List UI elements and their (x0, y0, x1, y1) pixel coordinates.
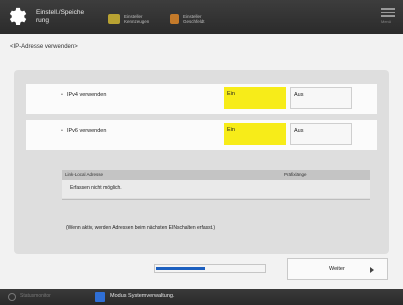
progress-bar (154, 264, 266, 273)
header-title: Einstell./Speiche rung (36, 9, 85, 24)
menu-icon-bar (381, 11, 395, 13)
table-row: Erfassen nicht möglich. (62, 180, 370, 198)
ipv6-on-button[interactable]: Ein (224, 123, 286, 145)
menu-button[interactable]: Menü (381, 8, 395, 28)
status-bar: Statusmonitor Modus Systemverwaltung. (0, 289, 403, 305)
column-prefix-length: Präfixlänge (284, 172, 307, 177)
status-monitor-icon[interactable] (8, 293, 16, 301)
status-button-label: Einsteller Geschfeldt (183, 13, 205, 25)
top-bar: Einstell./Speiche rung Einsteller Kennze… (0, 0, 403, 34)
next-button-label: Weiter (329, 266, 345, 272)
ipv4-label-text: IPv4 verwenden (66, 92, 107, 98)
counter-icon (108, 14, 120, 24)
system-admin-icon (95, 292, 105, 302)
table-header: Link-Local Adresse Präfixlänge (62, 170, 370, 180)
progress-fill (156, 267, 205, 270)
system-mode-label: Modus Systemverwaltung. (110, 293, 175, 299)
status-button[interactable]: Einsteller Geschfeldt (170, 12, 205, 26)
ipv4-label: • IPv4 verwenden (61, 84, 106, 114)
table-empty-message: Erfassen nicht möglich. (70, 185, 122, 191)
ipv4-row: • IPv4 verwenden Ein Aus (26, 84, 377, 114)
link-local-table: Link-Local Adresse Präfixlänge Erfassen … (62, 170, 370, 198)
menu-icon-bar (381, 15, 395, 17)
menu-label: Menü (381, 18, 392, 24)
ipv4-on-button[interactable]: Ein (224, 87, 286, 109)
section-title: <IP-Adresse verwenden> (10, 44, 78, 50)
bullet-icon: • (61, 92, 63, 98)
info-note: (Wenn aktiv, werden Adressen beim nächst… (66, 225, 216, 231)
settings-gear-icon[interactable] (6, 6, 28, 28)
ipv6-off-button[interactable]: Aus (290, 123, 352, 145)
column-link-local: Link-Local Adresse (65, 172, 104, 177)
ipv6-row: • IPv6 verwenden Ein Aus (26, 120, 377, 150)
menu-icon-bar (381, 8, 395, 10)
ipv6-label-text: IPv6 verwenden (66, 128, 107, 134)
counter-button-label: Einsteller Kennzeugen (124, 13, 150, 25)
status-monitor-label[interactable]: Statusmonitor (20, 293, 51, 299)
settings-panel: • IPv4 verwenden Ein Aus • IPv6 verwenden … (14, 70, 389, 254)
arrow-right-icon (370, 267, 374, 273)
ipv6-label: • IPv6 verwenden (61, 120, 106, 150)
bullet-icon: • (61, 128, 63, 134)
counter-button[interactable]: Einsteller Kennzeugen (108, 12, 149, 26)
next-button[interactable]: Weiter (287, 258, 388, 280)
status-icon (170, 14, 179, 24)
ipv4-off-button[interactable]: Aus (290, 87, 352, 109)
divider (62, 199, 370, 200)
